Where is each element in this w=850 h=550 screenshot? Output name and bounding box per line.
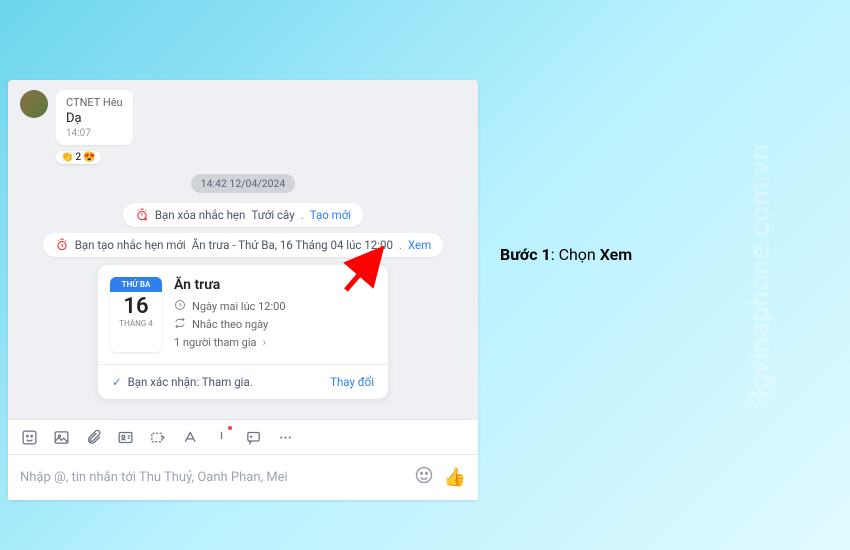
event-card-bottom: ✓ Bạn xác nhận: Tham gia. Thay đổi <box>98 365 388 399</box>
create-new-link[interactable]: Tạo mới <box>310 208 351 222</box>
instruction-text: Bước 1: Chọn Xem <box>500 245 632 264</box>
system-message-deleted: Bạn xóa nhắc hẹn Tưới cây . Tạo mới <box>123 203 363 227</box>
more-icon[interactable] <box>276 428 294 446</box>
event-card[interactable]: THỨ BA 16 THÁNG 4 Ăn trưa Ngày mai lúc 1… <box>98 265 388 399</box>
action-prefix: Chọn <box>559 245 600 264</box>
avatar <box>20 90 48 118</box>
chat-window: CTNET Hêu Dạ 14:07 👏 2 😍 14:42 12/04/202… <box>8 80 478 500</box>
system-name: Tưới cây <box>251 208 294 222</box>
toolbar <box>8 419 478 455</box>
priority-icon[interactable] <box>212 428 230 446</box>
date-month: THÁNG 4 <box>110 319 162 332</box>
contact-card-icon[interactable] <box>116 428 134 446</box>
event-card-top: THỨ BA 16 THÁNG 4 Ăn trưa Ngày mai lúc 1… <box>98 265 388 365</box>
message-row: CTNET Hêu Dạ 14:07 👏 2 😍 <box>20 90 466 164</box>
alarm-icon <box>55 238 69 252</box>
message-input[interactable]: Nhập @, tin nhắn tới Thu Thuỷ, Oanh Phan… <box>20 470 414 485</box>
message-time: 14:07 <box>66 128 123 139</box>
reaction-emoji2: 😍 <box>83 152 95 163</box>
repeat-icon <box>174 317 186 332</box>
input-icons: 👍 <box>414 465 466 490</box>
system-message-created: Bạn tạo nhắc hẹn mới Ăn trưa - Thứ Ba, 1… <box>43 233 443 257</box>
event-when-row: Ngày mai lúc 12:00 <box>174 299 376 314</box>
input-row: Nhập @, tin nhắn tới Thu Thuỷ, Oanh Phan… <box>8 455 478 500</box>
clock-icon <box>174 299 186 314</box>
date-weekday: THỨ BA <box>110 277 162 292</box>
event-repeat-row: Nhắc theo ngày <box>174 317 376 332</box>
reaction-count: 2 <box>75 152 81 163</box>
event-repeat: Nhắc theo ngày <box>192 318 268 331</box>
step-label: Bước 1 <box>500 245 551 264</box>
separator: . <box>399 238 402 252</box>
timestamp-divider: 14:42 12/04/2024 <box>191 174 296 193</box>
reactions-pill[interactable]: 👏 2 😍 <box>56 151 101 164</box>
chat-body: CTNET Hêu Dạ 14:07 👏 2 😍 14:42 12/04/202… <box>8 80 478 419</box>
message-bubble[interactable]: CTNET Hêu Dạ 14:07 <box>56 90 133 145</box>
alarm-delete-icon <box>135 208 149 222</box>
reply-name: CTNET Hêu <box>66 96 123 109</box>
watermark-text: 3gvinaphone.com.vn <box>743 144 776 405</box>
event-confirm: ✓ Bạn xác nhận: Tham gia. <box>112 375 253 389</box>
change-link[interactable]: Thay đổi <box>330 375 374 389</box>
colon: : <box>551 245 559 264</box>
event-title: Ăn trưa <box>174 277 376 293</box>
separator: . <box>301 208 304 222</box>
event-info: Ăn trưa Ngày mai lúc 12:00 Nhắc theo ngà… <box>174 277 376 352</box>
view-link[interactable]: Xem <box>408 238 431 252</box>
screenshot-icon[interactable] <box>148 428 166 446</box>
message-text: Dạ <box>66 111 123 126</box>
event-participants[interactable]: 1 người tham gia <box>174 336 257 349</box>
event-participants-row[interactable]: 1 người tham gia › <box>174 335 376 349</box>
thumbs-up-icon[interactable]: 👍 <box>444 467 466 488</box>
quick-reply-icon[interactable] <box>244 428 262 446</box>
action-bold: Xem <box>600 245 632 264</box>
system-text: Bạn tạo nhắc hẹn mới <box>75 238 186 252</box>
sticker-icon[interactable] <box>20 428 38 446</box>
system-name: Ăn trưa - Thứ Ba, 16 Tháng 04 lúc 12:00 <box>192 238 393 252</box>
chevron-right-icon: › <box>263 335 267 349</box>
format-icon[interactable] <box>180 428 198 446</box>
date-block: THỨ BA 16 THÁNG 4 <box>110 277 162 352</box>
date-number: 16 <box>110 292 162 319</box>
emoji-icon[interactable] <box>414 465 434 490</box>
image-icon[interactable] <box>52 428 70 446</box>
event-confirm-text: Bạn xác nhận: Tham gia. <box>128 375 253 389</box>
event-when: Ngày mai lúc 12:00 <box>192 300 286 313</box>
check-icon: ✓ <box>112 375 122 389</box>
system-text: Bạn xóa nhắc hẹn <box>155 208 245 222</box>
attachment-icon[interactable] <box>84 428 102 446</box>
reaction-emoji: 👏 <box>61 152 73 163</box>
